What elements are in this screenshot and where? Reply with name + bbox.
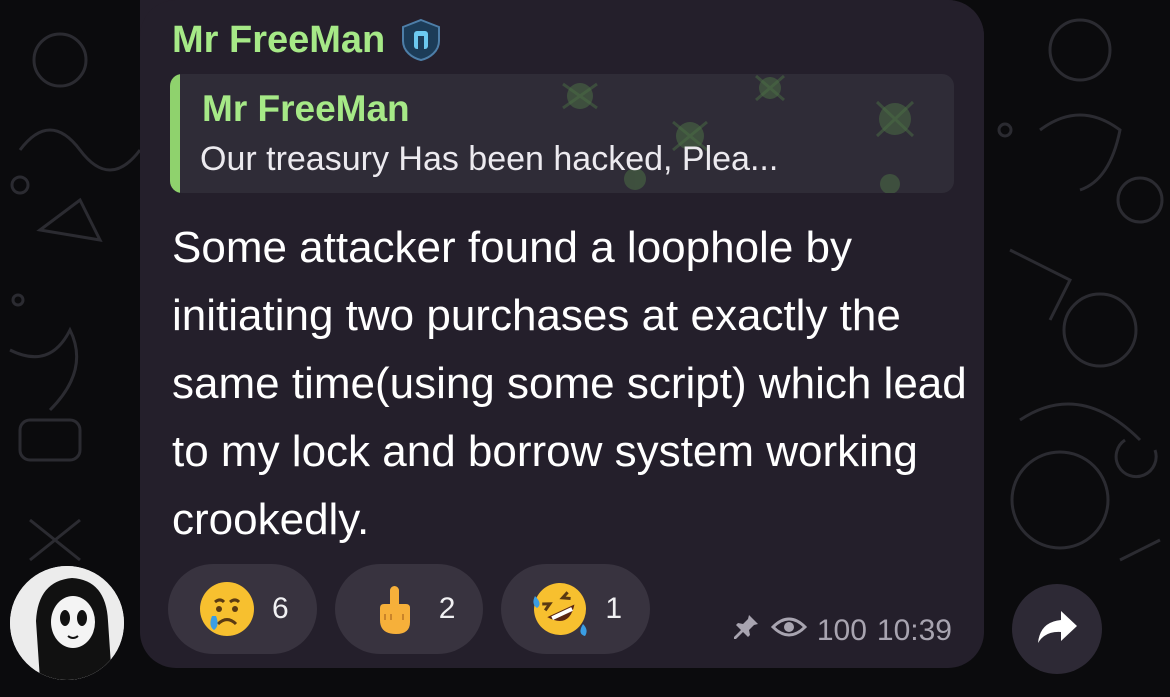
reply-quote[interactable]: Mr FreeMan Our treasury Has been hacked,…	[170, 74, 954, 193]
reactions-bar: 6 2 1	[168, 564, 651, 654]
middle-finger-icon	[365, 580, 423, 638]
message-bubble[interactable]: Mr FreeMan Mr FreeMan Our treasury Has b…	[140, 0, 984, 668]
reply-sender-name: Mr FreeMan	[202, 88, 410, 129]
sender-header: Mr FreeMan	[172, 18, 443, 62]
share-icon	[1035, 607, 1079, 652]
sender-name[interactable]: Mr FreeMan	[172, 19, 385, 62]
message-meta: 100 10:39	[731, 612, 952, 650]
message-text: Some attacker found a loophole by initia…	[172, 223, 967, 544]
reply-text: Our treasury Has been hacked, Plea...	[200, 140, 779, 178]
reaction-middle-finger[interactable]: 2	[334, 564, 484, 654]
grim-reaper-avatar-icon	[10, 566, 124, 680]
view-count: 100	[816, 614, 867, 647]
rolling-on-floor-laughing-icon	[531, 580, 589, 638]
crying-face-icon	[198, 580, 256, 638]
reaction-crying[interactable]: 6	[168, 564, 317, 654]
reaction-rofl[interactable]: 1	[501, 564, 651, 654]
share-button[interactable]	[1012, 584, 1102, 674]
reply-quote-bar	[170, 74, 180, 193]
reaction-count: 1	[605, 592, 623, 625]
views-icon	[770, 614, 807, 648]
message-time: 10:39	[876, 614, 952, 647]
shield-badge-icon[interactable]	[399, 18, 443, 62]
reaction-count: 6	[272, 592, 289, 625]
reaction-count: 2	[438, 592, 456, 625]
pin-icon	[731, 612, 761, 650]
avatar[interactable]	[10, 566, 124, 680]
